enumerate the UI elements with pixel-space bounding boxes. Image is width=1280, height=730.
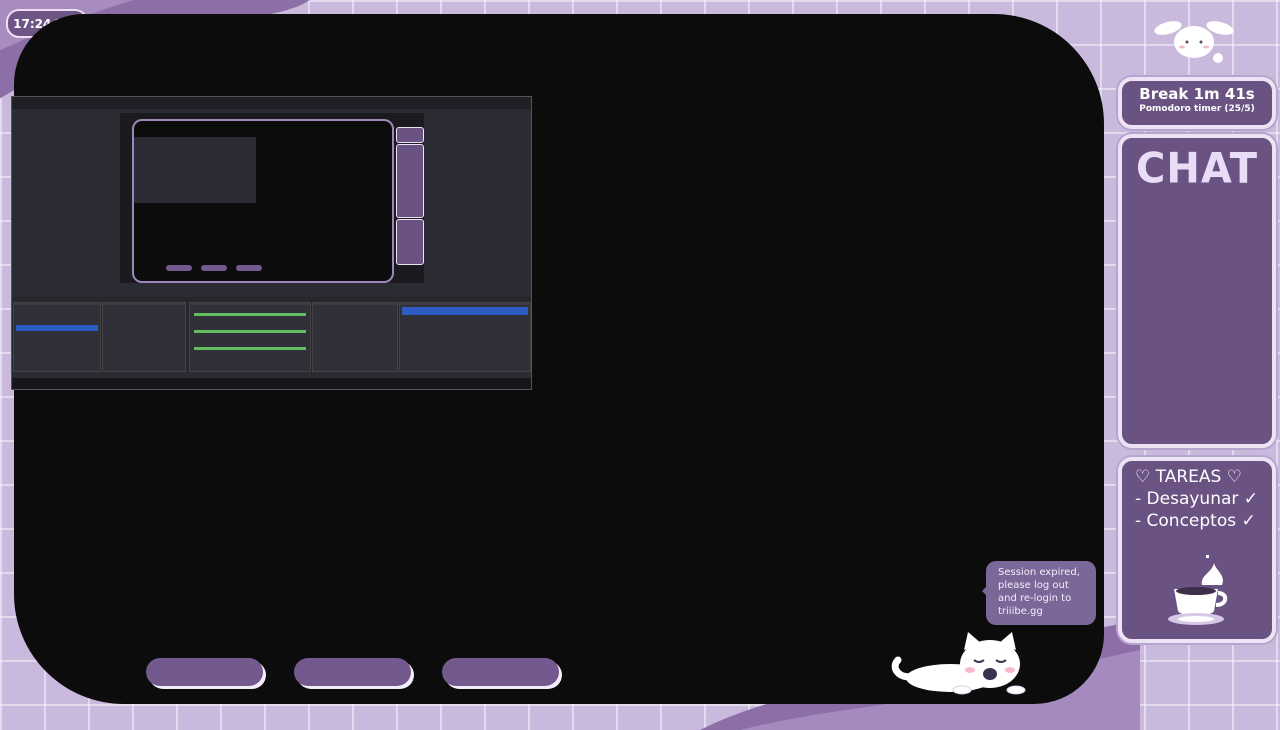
obs-docks: [12, 297, 531, 372]
toast-line: Session expired,: [998, 567, 1080, 578]
chat-title: CHAT: [1136, 144, 1258, 194]
bottom-bar-slot-3: [442, 658, 559, 686]
obs-preview-chat: [396, 144, 424, 218]
obs-preview-pill: [201, 265, 227, 271]
obs-preview-tasks: [396, 219, 424, 265]
obs-dock-controls[interactable]: [399, 302, 531, 372]
obs-preview-pill: [166, 265, 192, 271]
obs-preview-nested: [134, 137, 256, 203]
obs-taskbar: [12, 378, 531, 389]
toast-line: and re-login to: [998, 593, 1072, 604]
bottom-bar-slot-2: [294, 658, 411, 686]
timer-sub-text: Pomodoro timer (25/5): [1139, 104, 1255, 114]
bunny-icon: [1154, 21, 1234, 63]
obs-dock-audio-mixer[interactable]: [189, 302, 311, 372]
obs-preview: [120, 113, 424, 283]
task-item: - Conceptos ✓: [1135, 511, 1256, 531]
bottom-bar-slot-1: [146, 658, 263, 686]
chat-panel: CHAT: [1118, 134, 1276, 448]
obs-preview-pill: [236, 265, 262, 271]
timer-main-text: Break 1m 41s: [1139, 85, 1255, 103]
obs-dock-scenes[interactable]: [13, 302, 101, 372]
obs-dock-sources[interactable]: [102, 302, 186, 372]
cat-icon: [891, 632, 1026, 695]
obs-menubar: [12, 97, 531, 109]
toast-line: triiibe.gg: [998, 606, 1043, 617]
pomodoro-timer-card: Break 1m 41s Pomodoro timer (25/5): [1118, 77, 1276, 129]
obs-window-capture: [11, 96, 532, 390]
tasks-panel: ♡ TAREAS ♡ - Desayunar ✓ - Conceptos ✓: [1118, 457, 1276, 643]
obs-dock-transitions[interactable]: [312, 302, 398, 372]
task-item: - Desayunar ✓: [1135, 489, 1259, 509]
obs-preview-timer: [396, 127, 424, 143]
tasks-title: ♡ TAREAS ♡: [1135, 467, 1242, 487]
toast-line: please log out: [998, 580, 1069, 591]
session-expired-toast: Session expired, please log out and re-l…: [986, 561, 1096, 625]
obs-selected-scene: [16, 325, 98, 331]
obs-start-stream-button[interactable]: [402, 307, 528, 315]
coffee-cup-icon: [1168, 555, 1228, 625]
